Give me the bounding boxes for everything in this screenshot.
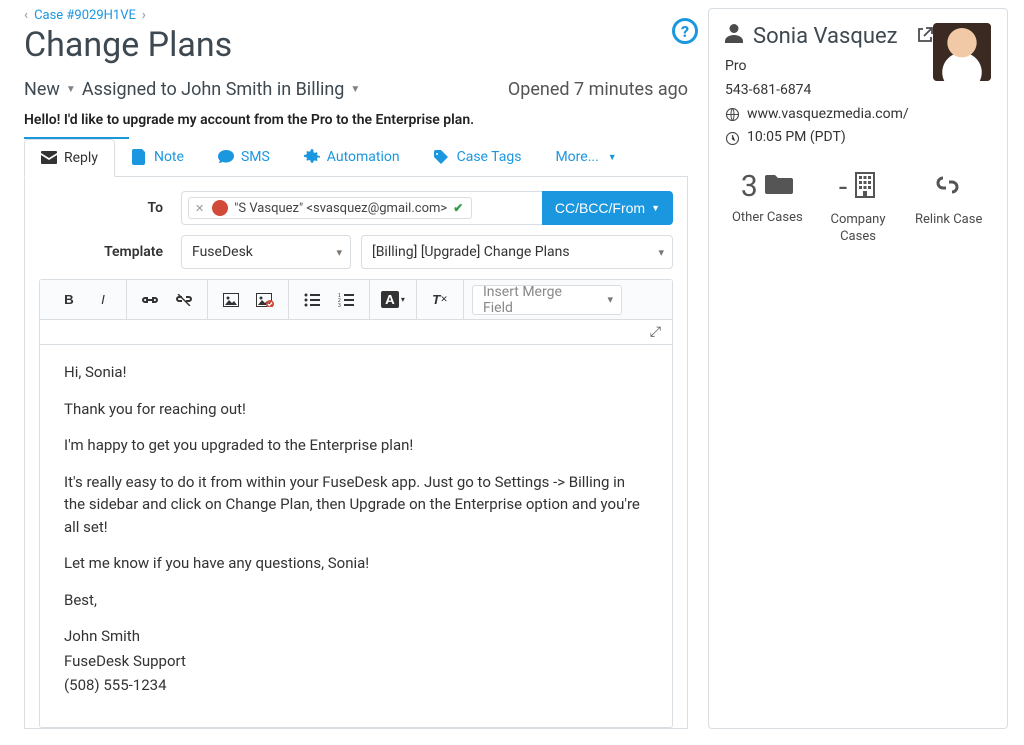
recipient-avatar-icon	[212, 200, 228, 216]
tab-label: SMS	[241, 149, 270, 165]
breadcrumb-case-link[interactable]: Case #9029H1VE	[34, 8, 136, 23]
company-cases-stat[interactable]: - Company Cases	[816, 172, 901, 246]
to-label: To	[39, 200, 181, 216]
tab-label: Note	[154, 149, 184, 165]
text-color-button[interactable]: A▾	[376, 285, 410, 315]
unlink-button[interactable]	[167, 285, 201, 315]
relink-case-label: Relink Case	[906, 212, 991, 229]
tab-label: Automation	[327, 149, 400, 165]
image-edit-button[interactable]	[248, 285, 282, 315]
status-state-dropdown[interactable]: New	[24, 79, 60, 100]
recipient-email: "S Vasquez" <svasquez@gmail.com>	[234, 201, 447, 216]
help-icon[interactable]: ?	[672, 18, 698, 44]
chevron-right-icon: ›	[142, 8, 146, 23]
contact-avatar	[933, 23, 991, 81]
tab-label: Reply	[64, 150, 98, 166]
contact-phone: 543-681-6874	[725, 79, 933, 103]
tab-case-tags[interactable]: Case Tags	[417, 138, 539, 176]
compose-tabs: Reply Note SMS	[24, 138, 688, 177]
chat-icon	[218, 150, 234, 165]
caret-down-icon[interactable]: ▼	[64, 84, 78, 95]
number-list-button[interactable]: 123	[329, 285, 363, 315]
page-title: Change Plans	[24, 25, 688, 65]
template-label: Template	[39, 244, 181, 260]
tab-automation[interactable]: Automation	[287, 138, 417, 176]
other-cases-stat[interactable]: 3 Other Cases	[725, 172, 810, 246]
compose-panel: To ✕ "S Vasquez" <svasquez@gmail.com> ✔ …	[24, 177, 688, 729]
tag-icon	[434, 150, 450, 164]
building-icon	[853, 172, 877, 204]
rich-text-editor: B I 123	[39, 279, 673, 728]
company-cases-count: -	[839, 173, 847, 203]
contact-sidebar: Sonia Vasquez Pro 543-681-6874 www.vasqu…	[708, 8, 1008, 729]
contact-name: Sonia Vasquez	[753, 24, 898, 49]
contact-plan: Pro	[725, 55, 933, 79]
person-icon	[725, 23, 743, 49]
cc-bcc-from-button[interactable]: CC/BCC/From▼	[542, 191, 673, 225]
opened-time: Opened 7 minutes ago	[508, 79, 688, 100]
other-cases-label: Other Cases	[725, 210, 810, 227]
envelope-icon	[41, 151, 57, 165]
customer-message: Hello! I'd like to upgrade my account fr…	[24, 112, 688, 128]
caret-down-icon: ▼	[608, 152, 617, 163]
contact-website[interactable]: www.vasquezmedia.com/	[725, 103, 933, 127]
recipient-chip[interactable]: ✕ "S Vasquez" <svasquez@gmail.com> ✔	[188, 197, 472, 219]
contact-local-time: 10:05 PM (PDT)	[725, 126, 933, 150]
verified-icon: ✔	[453, 201, 463, 215]
link-icon	[934, 172, 964, 204]
remove-recipient-icon[interactable]: ✕	[193, 202, 206, 215]
image-button[interactable]	[214, 285, 248, 315]
merge-field-select[interactable]: Insert Merge Field	[472, 285, 622, 315]
tab-label: More...	[555, 149, 598, 165]
template-group-select[interactable]: FuseDesk	[181, 235, 351, 269]
template-select[interactable]: [Billing] [Upgrade] Change Plans	[361, 235, 673, 269]
editor-toolbar: B I 123	[40, 280, 672, 320]
link-button[interactable]	[133, 285, 167, 315]
tab-label: Case Tags	[457, 149, 522, 165]
assigned-to-dropdown[interactable]: Assigned to John Smith in Billing	[82, 79, 345, 100]
bullet-list-button[interactable]	[295, 285, 329, 315]
tab-more[interactable]: More... ▼	[538, 138, 633, 176]
folder-icon	[764, 172, 794, 202]
external-link-icon[interactable]	[917, 24, 933, 49]
tab-reply[interactable]: Reply	[24, 139, 115, 177]
company-cases-label: Company Cases	[816, 212, 901, 246]
gear-icon	[304, 149, 320, 165]
italic-button[interactable]: I	[86, 285, 120, 315]
note-icon	[132, 149, 147, 165]
globe-icon	[725, 108, 739, 121]
clock-icon	[725, 132, 739, 145]
tab-note[interactable]: Note	[115, 138, 201, 176]
breadcrumb: ‹ Case #9029H1VE ›	[24, 8, 688, 23]
to-field[interactable]: ✕ "S Vasquez" <svasquez@gmail.com> ✔	[181, 191, 542, 225]
email-body[interactable]: Hi, Sonia! Thank you for reaching out! I…	[40, 345, 672, 727]
expand-editor-icon[interactable]: ⤢	[650, 324, 662, 340]
caret-down-icon: ▼	[651, 203, 660, 213]
other-cases-count: 3	[741, 172, 758, 202]
status-line: New ▼ Assigned to John Smith in Billing …	[24, 79, 362, 100]
caret-down-icon[interactable]: ▼	[348, 84, 362, 95]
svg-text:3: 3	[338, 303, 341, 307]
tab-sms[interactable]: SMS	[201, 138, 287, 176]
relink-case-stat[interactable]: Relink Case	[906, 172, 991, 246]
chevron-left-icon[interactable]: ‹	[24, 8, 28, 23]
clear-format-button[interactable]: T✕	[423, 285, 457, 315]
bold-button[interactable]: B	[52, 285, 86, 315]
